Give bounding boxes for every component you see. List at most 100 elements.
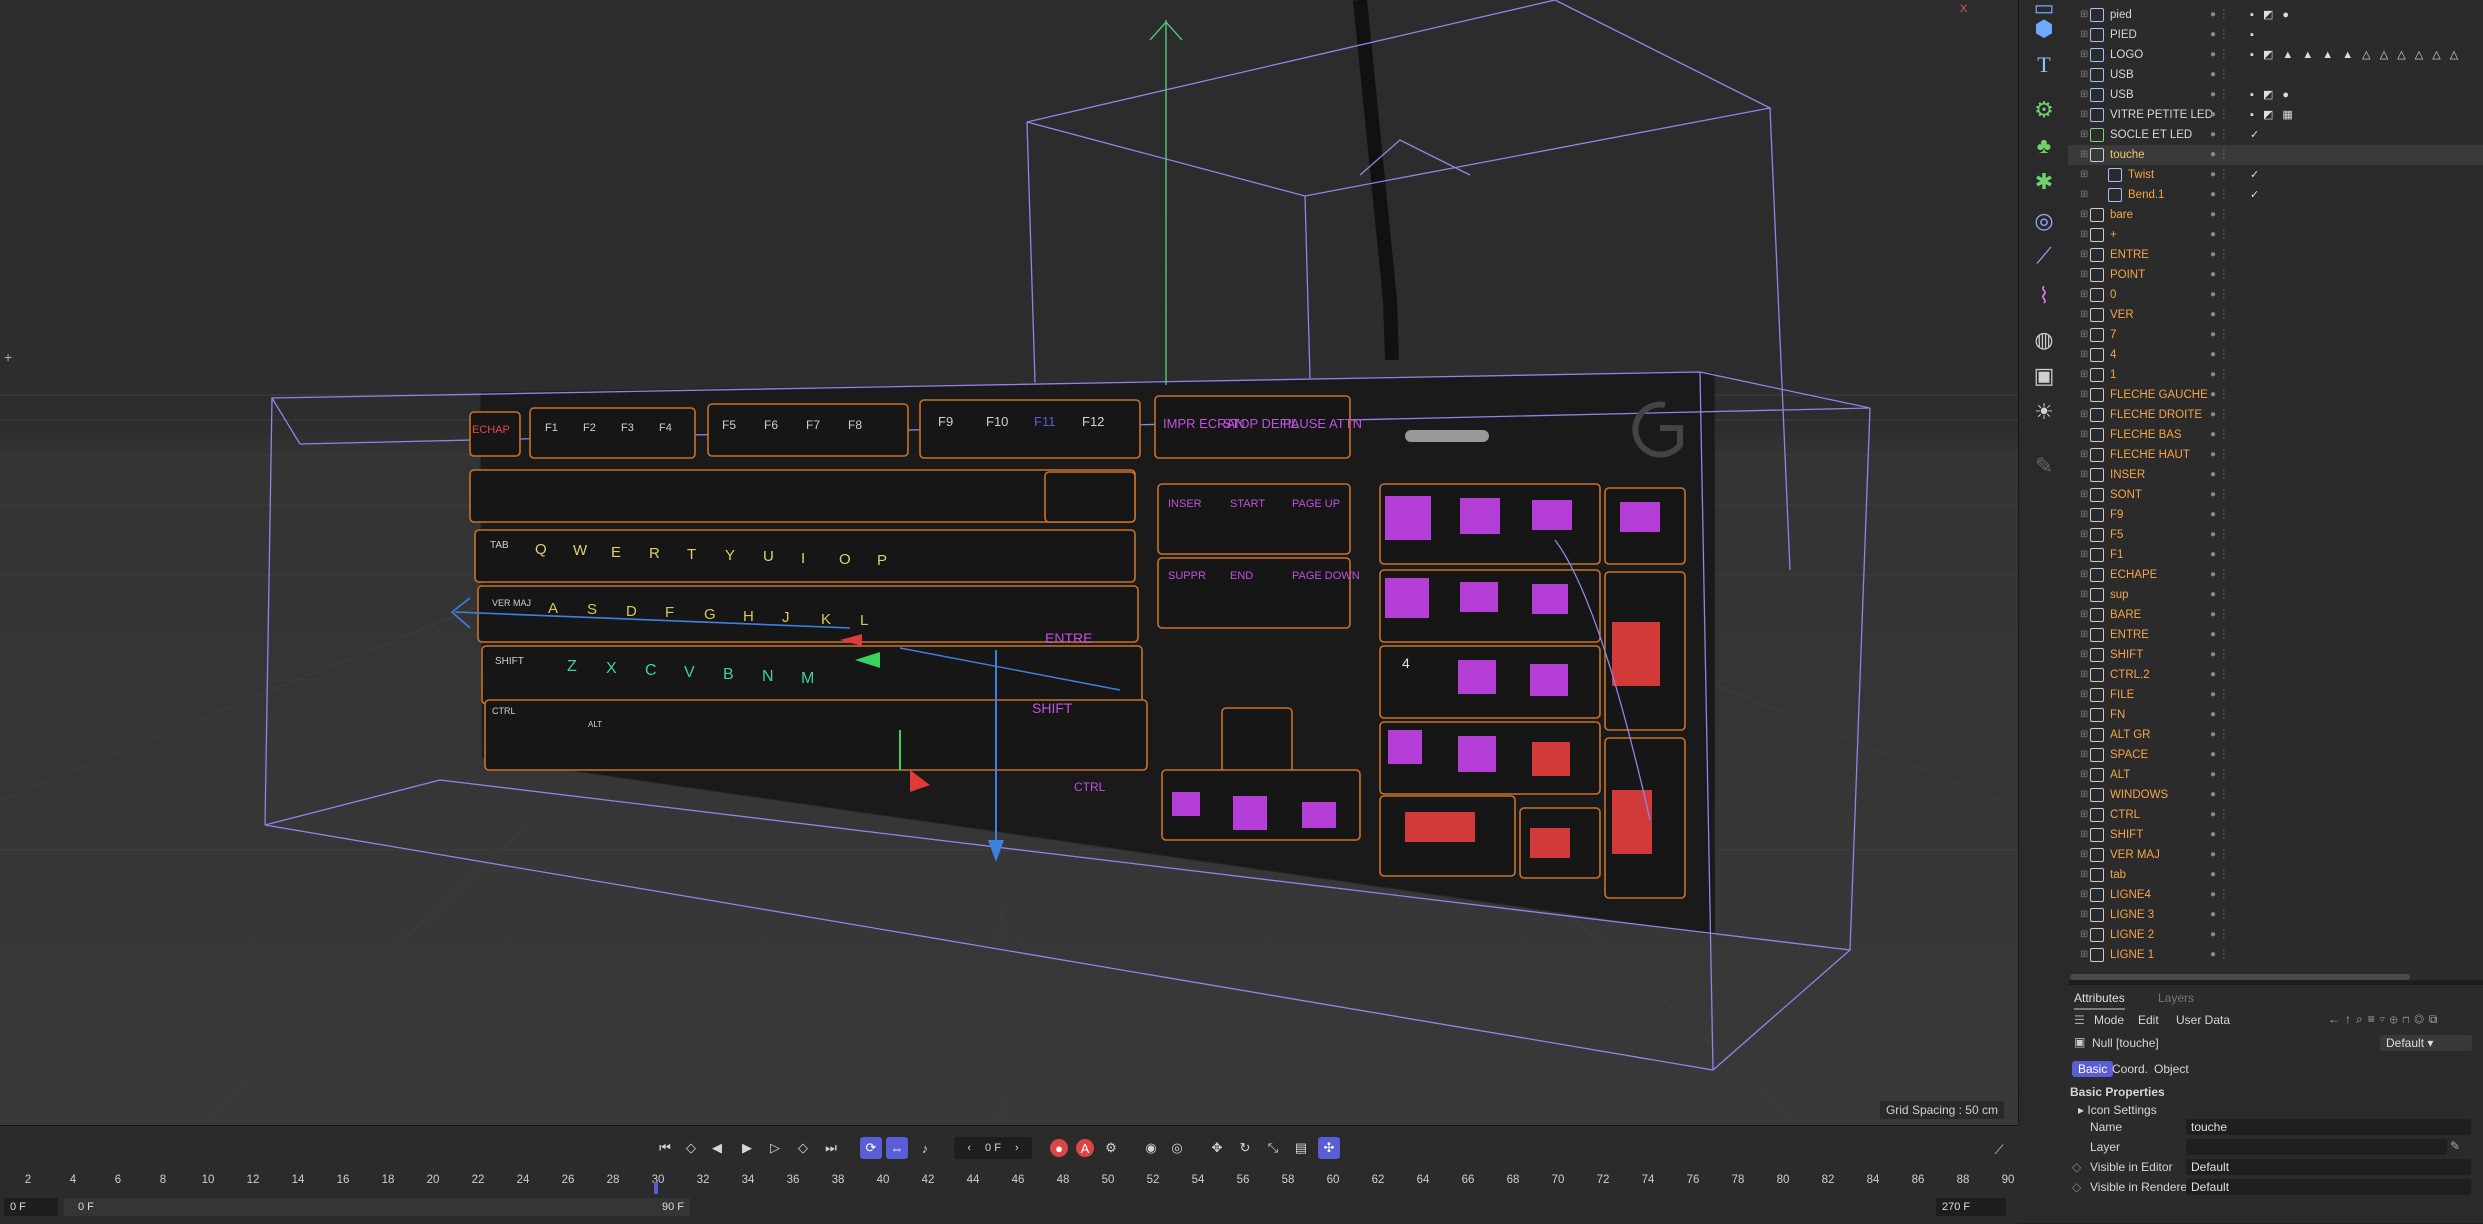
visibility-dots-icon[interactable]: ● ⋮ (2210, 565, 2229, 585)
object-row[interactable]: ⊞ FN ● ⋮ (2068, 705, 2483, 725)
visibility-dots-icon[interactable]: ● ⋮ (2210, 705, 2229, 725)
tab-attributes[interactable]: Attributes (2074, 991, 2125, 1010)
expand-toggle-icon[interactable]: ⊞ (2080, 245, 2090, 265)
object-row[interactable]: ⊞ LIGNE 2 ● ⋮ (2068, 925, 2483, 945)
expand-toggle-icon[interactable]: ⊞ (2080, 545, 2090, 565)
expand-toggle-icon[interactable]: ⊞ (2080, 5, 2090, 25)
visible-renderer-dropdown[interactable]: Default (2186, 1179, 2471, 1195)
spline-icon[interactable]: ⟋ (2028, 240, 2060, 272)
expand-toggle-icon[interactable]: ⊞ (2080, 205, 2090, 225)
expand-toggle-icon[interactable]: ⊞ (2080, 505, 2090, 525)
visibility-dots-icon[interactable]: ● ⋮ (2210, 245, 2229, 265)
object-row[interactable]: ⊞ VITRE PETITE LED ● ⋮ ▪ ◩ ▦ (2068, 105, 2483, 125)
pen-tool-icon[interactable]: ✎ (2028, 450, 2060, 482)
object-row[interactable]: ⊞ ALT GR ● ⋮ (2068, 725, 2483, 745)
visibility-dots-icon[interactable]: ● ⋮ (2210, 945, 2229, 965)
expand-toggle-icon[interactable]: ⊞ (2080, 565, 2090, 585)
object-row[interactable]: ⊞ sup ● ⋮ (2068, 585, 2483, 605)
expand-toggle-icon[interactable]: ⊞ (2080, 925, 2090, 945)
visibility-dots-icon[interactable]: ● ⋮ (2210, 805, 2229, 825)
expand-toggle-icon[interactable]: ⊞ (2080, 285, 2090, 305)
object-manager-scrollbar[interactable] (2070, 974, 2410, 980)
primitive-cube-icon[interactable]: ⬢ (2028, 13, 2060, 45)
object-row[interactable]: ⊞ CTRL ● ⋮ (2068, 805, 2483, 825)
menu-hamburger-icon[interactable]: ☰ (2074, 1013, 2085, 1027)
object-row[interactable]: ⊞ LIGNE 1 ● ⋮ (2068, 945, 2483, 965)
visibility-dots-icon[interactable]: ● ⋮ (2210, 925, 2229, 945)
spline-pen-icon[interactable]: ⌇ (2028, 280, 2060, 312)
camera-icon[interactable]: ▣ (2028, 360, 2060, 392)
expand-toggle-icon[interactable]: ⊞ (2080, 145, 2090, 165)
object-row[interactable]: ⊞ + ● ⋮ (2068, 225, 2483, 245)
expand-toggle-icon[interactable]: ⊞ (2080, 945, 2090, 965)
icon-settings-toggle[interactable]: ▸ Icon Settings (2078, 1103, 2157, 1117)
visibility-dots-icon[interactable]: ● ⋮ (2210, 85, 2229, 105)
object-row[interactable]: ⊞ LIGNE4 ● ⋮ (2068, 885, 2483, 905)
expand-toggle-icon[interactable]: ⊞ (2080, 625, 2090, 645)
object-row[interactable]: ⊞ POINT ● ⋮ (2068, 265, 2483, 285)
object-row[interactable]: ⊞ USB ● ⋮ (2068, 65, 2483, 85)
visibility-dots-icon[interactable]: ● ⋮ (2210, 225, 2229, 245)
visibility-dots-icon[interactable]: ● ⋮ (2210, 845, 2229, 865)
expand-toggle-icon[interactable]: ⊞ (2080, 305, 2090, 325)
visibility-dots-icon[interactable]: ● ⋮ (2210, 325, 2229, 345)
object-row[interactable]: ⊞ PIED ● ⋮ ▪ (2068, 25, 2483, 45)
object-row[interactable]: ⊞ WINDOWS ● ⋮ (2068, 785, 2483, 805)
expand-toggle-icon[interactable]: ⊞ (2080, 785, 2090, 805)
expand-toggle-icon[interactable]: ⊞ (2080, 225, 2090, 245)
expand-toggle-icon[interactable]: ⊞ (2080, 745, 2090, 765)
visibility-dots-icon[interactable]: ● ⋮ (2210, 465, 2229, 485)
playhead[interactable] (654, 1182, 658, 1194)
visibility-dots-icon[interactable]: ● ⋮ (2210, 625, 2229, 645)
expand-toggle-icon[interactable]: ⊞ (2080, 485, 2090, 505)
visibility-dots-icon[interactable]: ● ⋮ (2210, 605, 2229, 625)
object-row[interactable]: ⊞ 7 ● ⋮ (2068, 325, 2483, 345)
object-row[interactable]: ⊞ ENTRE ● ⋮ (2068, 625, 2483, 645)
visibility-dots-icon[interactable]: ● ⋮ (2210, 765, 2229, 785)
visibility-dots-icon[interactable]: ● ⋮ (2210, 345, 2229, 365)
deformer-icon[interactable]: ◎ (2028, 205, 2060, 237)
expand-toggle-icon[interactable]: ⊞ (2080, 165, 2090, 185)
expand-toggle-icon[interactable]: ⊞ (2080, 85, 2090, 105)
object-row[interactable]: ⊞ ECHAPE ● ⋮ (2068, 565, 2483, 585)
object-row[interactable]: ⊞ LIGNE 3 ● ⋮ (2068, 905, 2483, 925)
object-row[interactable]: ⊞ CTRL.2 ● ⋮ (2068, 665, 2483, 685)
3d-viewport[interactable]: X + ECHAP F1 F2 F3 F4 F5 F6 F7 F8 F9 F10 F11 F12 IMPR… (0, 0, 2018, 1125)
visibility-dots-icon[interactable]: ● ⋮ (2210, 265, 2229, 285)
tab-layers[interactable]: Layers (2158, 991, 2194, 1005)
visibility-dots-icon[interactable]: ● ⋮ (2210, 405, 2229, 425)
visibility-dots-icon[interactable]: ● ⋮ (2210, 205, 2229, 225)
object-row[interactable]: ⊞ pied ● ⋮ ▪ ◩ ● (2068, 5, 2483, 25)
visible-editor-dropdown[interactable]: Default (2186, 1159, 2471, 1175)
keyframe-diamond-icon[interactable]: ◇ (2072, 1160, 2081, 1174)
expand-toggle-icon[interactable]: ⊞ (2080, 405, 2090, 425)
visibility-dots-icon[interactable]: ● ⋮ (2210, 645, 2229, 665)
visibility-dots-icon[interactable]: ● ⋮ (2210, 125, 2229, 145)
effector-icon[interactable]: ✱ (2028, 166, 2060, 198)
preview-range-bar[interactable]: 0 F 90 F (64, 1198, 690, 1216)
visibility-dots-icon[interactable]: ● ⋮ (2210, 725, 2229, 745)
expand-toggle-icon[interactable]: ⊞ (2080, 905, 2090, 925)
name-field[interactable]: touche (2186, 1119, 2471, 1135)
visibility-dots-icon[interactable]: ● ⋮ (2210, 865, 2229, 885)
start-frame-field[interactable]: 0 F (4, 1198, 58, 1216)
end-frame-field[interactable]: 270 F (1936, 1198, 2006, 1216)
object-row[interactable]: ⊞ LOGO ● ⋮ ▪ ◩ ▲ ▲ ▲ ▲ △ △ △ △ △ △ (2068, 45, 2483, 65)
cloner-icon[interactable]: ♣ (2028, 130, 2060, 162)
visibility-dots-icon[interactable]: ● ⋮ (2210, 165, 2229, 185)
object-row[interactable]: ⊞ FILE ● ⋮ (2068, 685, 2483, 705)
menu-mode[interactable]: Mode (2094, 1013, 2124, 1027)
expand-toggle-icon[interactable]: ⊞ (2080, 445, 2090, 465)
object-row[interactable]: ⊞ 1 ● ⋮ (2068, 365, 2483, 385)
object-row[interactable]: ⊞ 4 ● ⋮ (2068, 345, 2483, 365)
visibility-dots-icon[interactable]: ● ⋮ (2210, 665, 2229, 685)
keyframe-diamond-icon[interactable]: ◇ (2072, 1180, 2081, 1194)
object-row[interactable]: ⊞ INSER ● ⋮ (2068, 465, 2483, 485)
text-tool-icon[interactable]: T (2028, 49, 2060, 81)
expand-toggle-icon[interactable]: ⊞ (2080, 805, 2090, 825)
expand-toggle-icon[interactable]: ⊞ (2080, 385, 2090, 405)
visibility-dots-icon[interactable]: ● ⋮ (2210, 825, 2229, 845)
object-row[interactable]: ⊞ FLECHE DROITE ● ⋮ (2068, 405, 2483, 425)
expand-toggle-icon[interactable]: ⊞ (2080, 685, 2090, 705)
expand-toggle-icon[interactable]: ⊞ (2080, 885, 2090, 905)
